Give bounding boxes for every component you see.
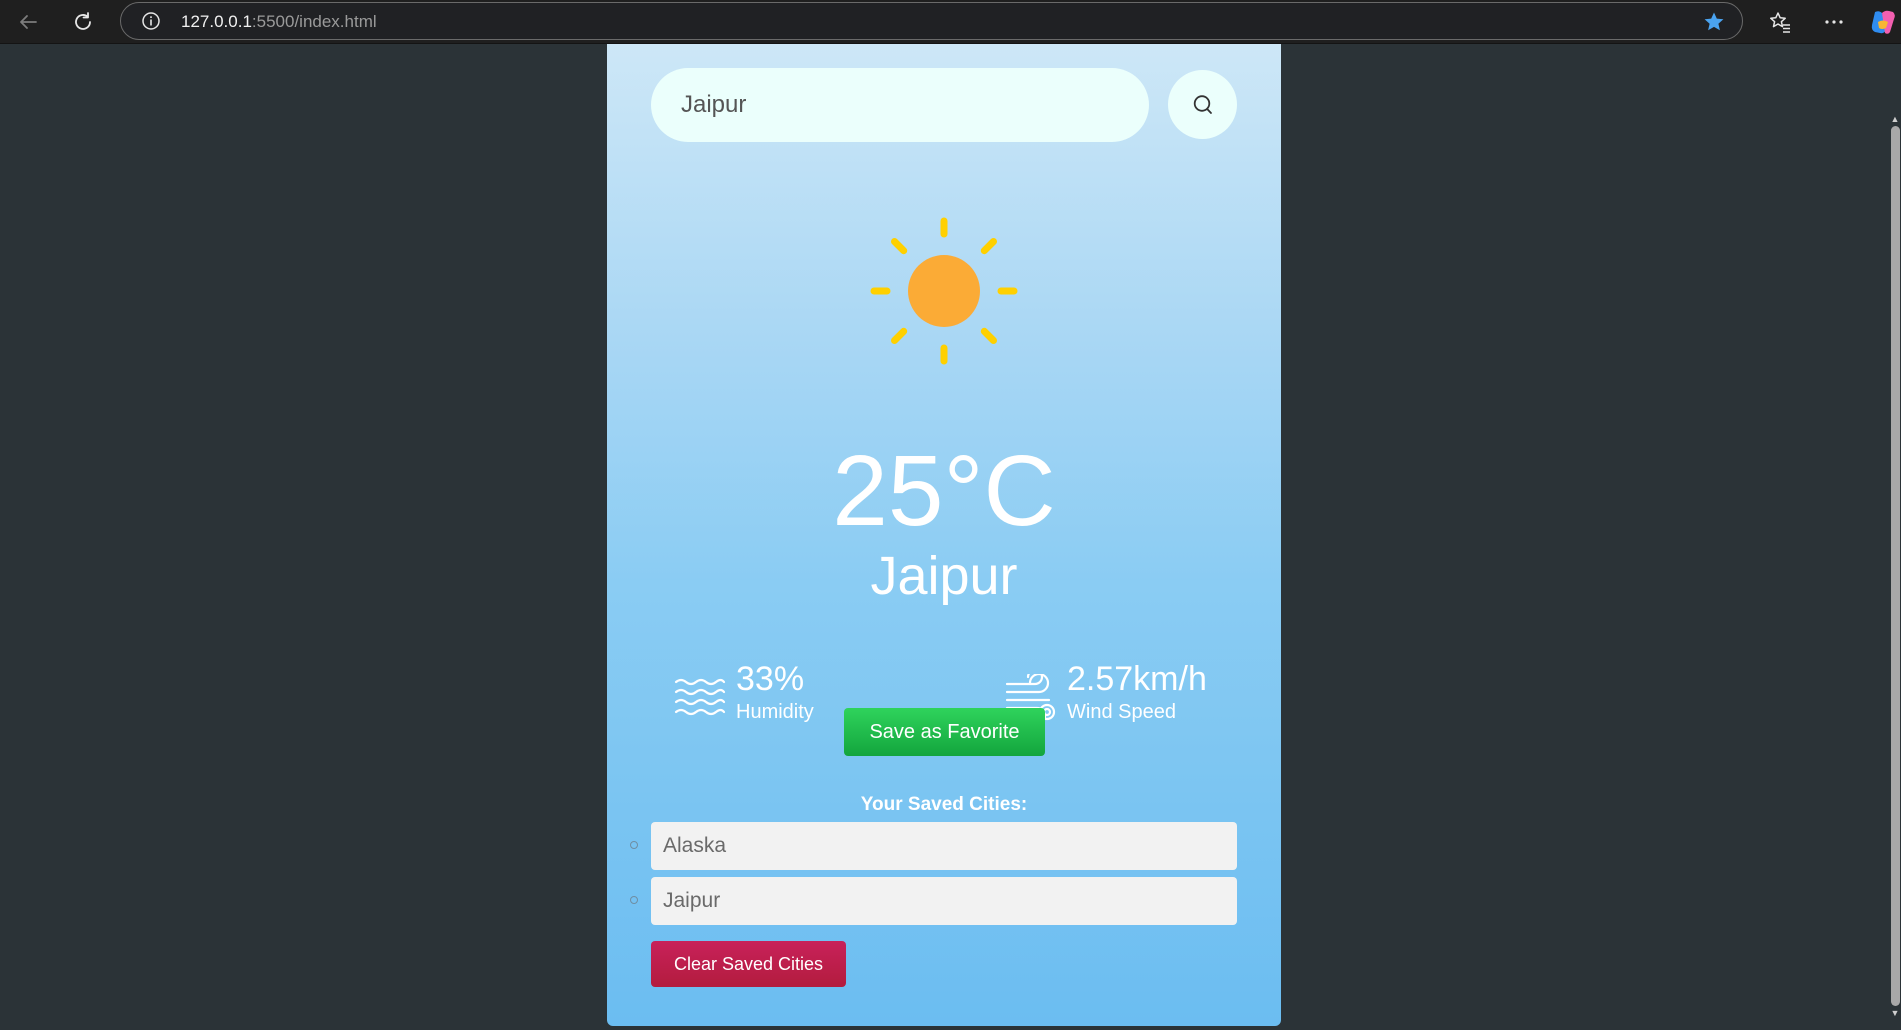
wind-value: 2.57km/h [1067, 660, 1207, 698]
weather-card: 25°C Jaipur 33% Humidity 2.5 [607, 44, 1281, 1026]
saved-cities-list: Alaska Jaipur [630, 822, 1237, 932]
humidity-label: Humidity [736, 701, 814, 723]
search-bar [651, 68, 1237, 142]
humidity-waves-icon [674, 678, 726, 716]
sun-icon [870, 217, 1018, 365]
url-path: :5500/index.html [251, 12, 377, 31]
list-bullet [630, 896, 638, 904]
saved-city-button[interactable]: Alaska [651, 822, 1237, 870]
url-host: 127.0.0.1 [181, 12, 252, 31]
favorites-button[interactable] [1763, 5, 1797, 39]
search-icon [1193, 94, 1212, 114]
city-name: Jaipur [870, 546, 1018, 606]
more-menu-button[interactable] [1817, 5, 1851, 39]
star-filled-icon[interactable] [1702, 10, 1726, 34]
browser-toolbar: 127.0.0.1:5500/index.html [0, 0, 1901, 44]
temperature: 25°C [832, 435, 1056, 547]
refresh-icon [75, 12, 91, 30]
address-bar[interactable]: 127.0.0.1:5500/index.html [120, 2, 1743, 40]
back-button[interactable] [11, 5, 45, 39]
search-button[interactable] [1168, 70, 1237, 139]
arrow-left-icon [20, 15, 37, 29]
scroll-thumb[interactable] [1891, 126, 1900, 1006]
page-scrollbar[interactable]: ▲ ▼ [1889, 44, 1901, 1030]
saved-cities-title: Your Saved Cities: [860, 794, 1028, 815]
list-bullet [630, 841, 638, 849]
saved-city-button[interactable]: Jaipur [651, 877, 1237, 925]
clear-saved-cities-button[interactable]: Clear Saved Cities [651, 941, 846, 987]
favorites-list-icon [1770, 12, 1790, 33]
humidity-value: 33% [736, 660, 805, 698]
wind-label: Wind Speed [1067, 701, 1176, 723]
copilot-icon [1871, 10, 1895, 34]
copilot-button[interactable] [1866, 5, 1900, 39]
saved-city-item: Jaipur [630, 877, 1237, 925]
url-text[interactable]: 127.0.0.1:5500/index.html [181, 12, 377, 32]
saved-city-item: Alaska [630, 822, 1237, 870]
save-as-favorite-button[interactable]: Save as Favorite [844, 708, 1045, 756]
ellipsis-icon [1825, 20, 1843, 24]
scroll-up-arrow-icon[interactable]: ▲ [1890, 114, 1900, 124]
info-icon[interactable] [141, 11, 161, 31]
city-search-input[interactable] [651, 68, 1149, 142]
scroll-down-arrow-icon[interactable]: ▼ [1890, 1008, 1900, 1018]
reload-button[interactable] [66, 5, 100, 39]
